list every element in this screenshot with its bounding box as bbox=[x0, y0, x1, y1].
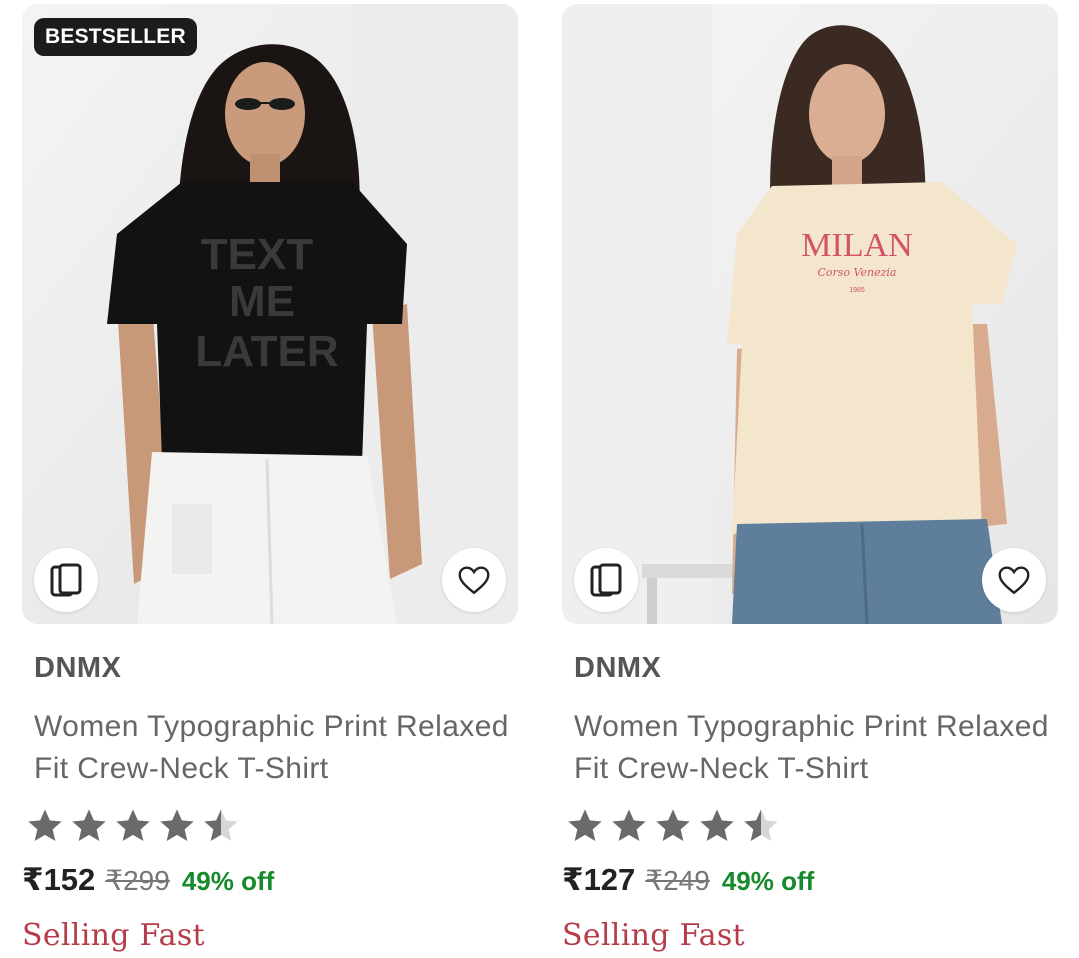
rating-stars bbox=[564, 804, 784, 848]
star-icon bbox=[656, 809, 690, 841]
print-line-3: LATER bbox=[195, 327, 338, 376]
similar-products-button[interactable] bbox=[34, 548, 98, 612]
similar-products-button[interactable] bbox=[574, 548, 638, 612]
product-image[interactable]: TEXT ME LATER BESTSELLER bbox=[22, 4, 518, 624]
product-card[interactable]: MILAN Corso Venezia 1985 DNMX Women Typo… bbox=[562, 4, 1058, 958]
brand-name: DNMX bbox=[574, 652, 662, 684]
status-label: Selling Fast bbox=[22, 918, 205, 953]
star-icon bbox=[28, 809, 62, 841]
bestseller-badge: BESTSELLER bbox=[34, 18, 197, 56]
product-image[interactable]: MILAN Corso Venezia 1985 bbox=[562, 4, 1058, 624]
half-star-icon bbox=[204, 809, 238, 841]
rating-stars bbox=[24, 804, 244, 848]
price-row: ₹152 ₹299 49% off bbox=[22, 862, 274, 898]
status-label: Selling Fast bbox=[562, 918, 745, 953]
product-grid: TEXT ME LATER BESTSELLER DNMX Women Typo… bbox=[0, 0, 1079, 958]
star-icon bbox=[568, 809, 602, 841]
print-line-1: MILAN bbox=[801, 227, 912, 264]
print-line-1: TEXT bbox=[201, 230, 314, 279]
print-line-3: 1985 bbox=[849, 287, 865, 294]
star-icon bbox=[612, 809, 646, 841]
star-icon bbox=[700, 809, 734, 841]
price-row: ₹127 ₹249 49% off bbox=[562, 862, 814, 898]
heart-icon bbox=[998, 566, 1030, 595]
original-price: ₹249 bbox=[645, 865, 710, 896]
original-price: ₹299 bbox=[105, 865, 170, 896]
wishlist-button[interactable] bbox=[442, 548, 506, 612]
discount-label: 49% off bbox=[721, 866, 815, 896]
product-title[interactable]: Women Typographic Print Relaxed Fit Crew… bbox=[34, 706, 514, 790]
discount-label: 49% off bbox=[181, 866, 275, 896]
similar-products-icon bbox=[590, 563, 622, 597]
product-photo: MILAN Corso Venezia 1985 bbox=[562, 4, 1058, 624]
half-star-icon bbox=[744, 809, 778, 841]
product-photo: TEXT ME LATER bbox=[22, 4, 518, 624]
similar-products-icon bbox=[50, 563, 82, 597]
brand-name: DNMX bbox=[34, 652, 122, 684]
star-icon bbox=[116, 809, 150, 841]
wishlist-button[interactable] bbox=[982, 548, 1046, 612]
print-line-2: Corso Venezia bbox=[818, 266, 897, 279]
star-icon bbox=[72, 809, 106, 841]
print-line-2: ME bbox=[229, 277, 295, 326]
selling-price: ₹152 bbox=[22, 862, 96, 897]
product-card[interactable]: TEXT ME LATER BESTSELLER DNMX Women Typo… bbox=[22, 4, 518, 958]
selling-price: ₹127 bbox=[562, 862, 636, 897]
star-icon bbox=[160, 809, 194, 841]
product-title[interactable]: Women Typographic Print Relaxed Fit Crew… bbox=[574, 706, 1054, 790]
heart-icon bbox=[458, 566, 490, 595]
